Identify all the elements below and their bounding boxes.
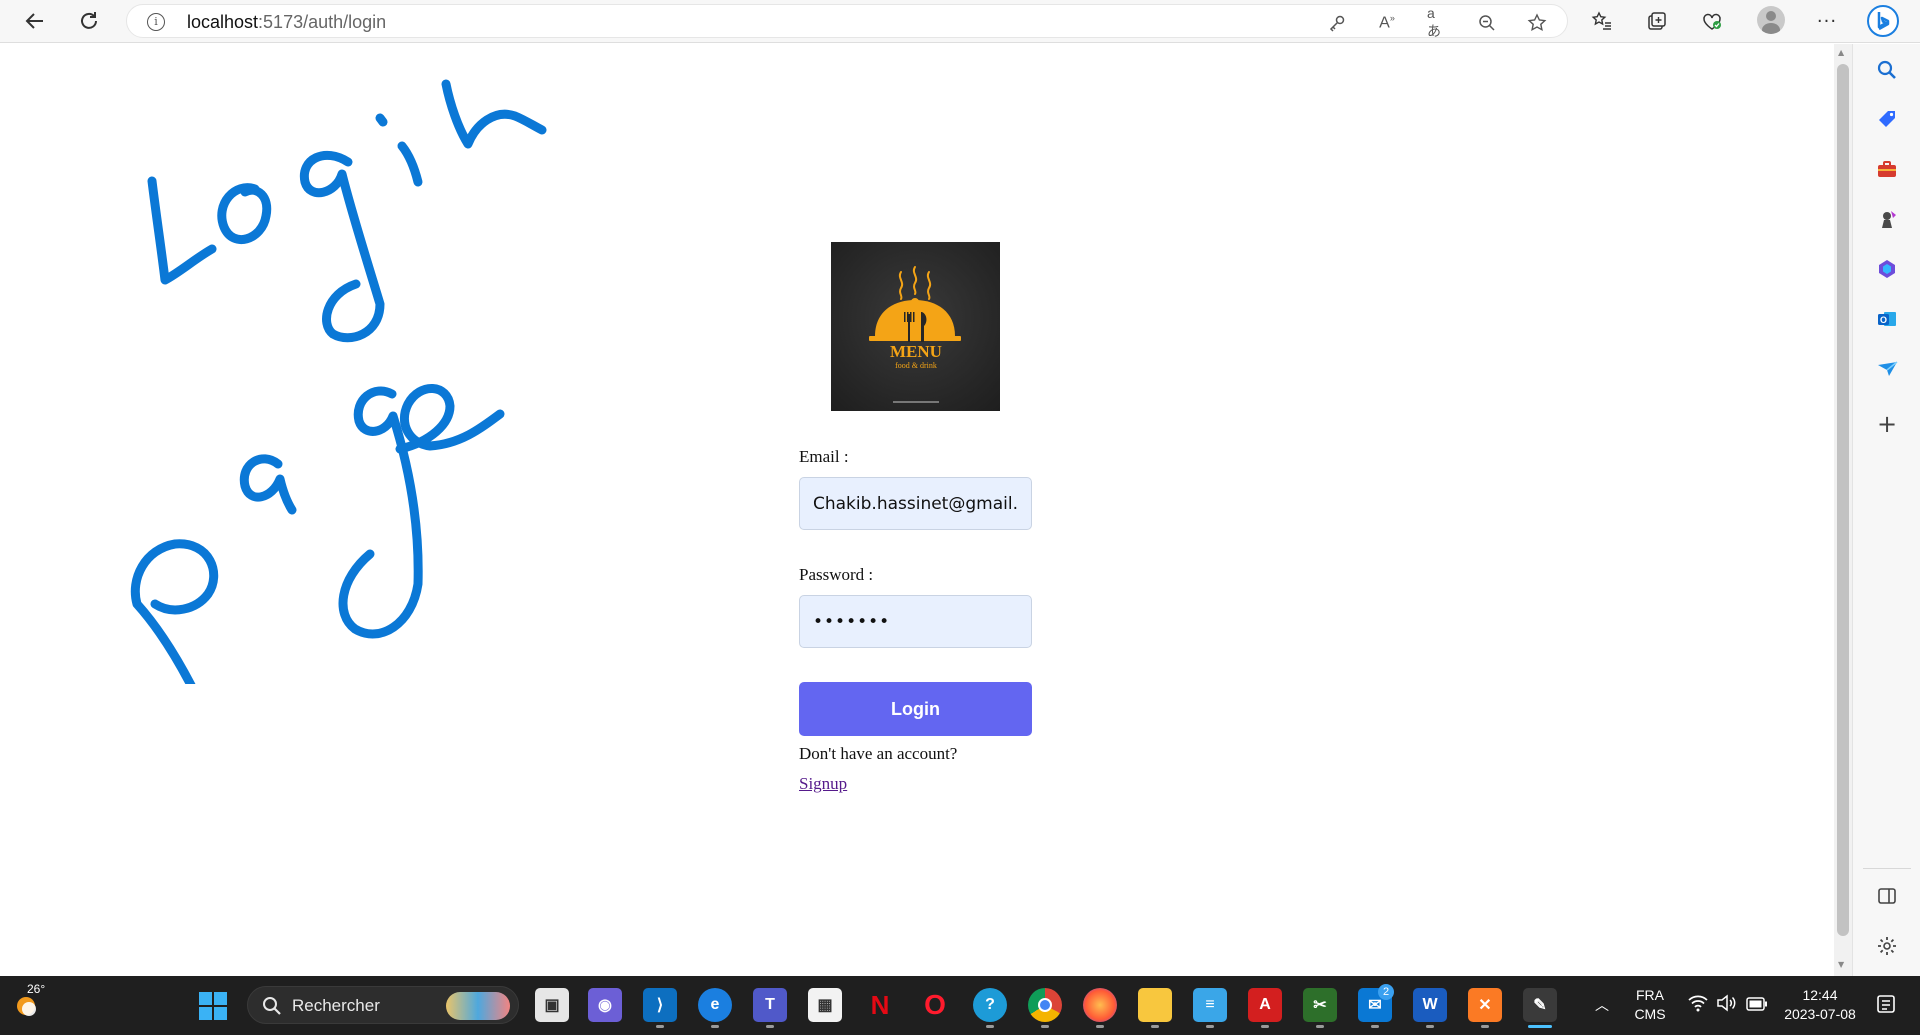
clock[interactable]: 12:44 2023-07-08 — [1780, 986, 1860, 1024]
search-icon — [263, 997, 281, 1015]
password-label: Password : — [799, 565, 874, 584]
tray-chevron-icon[interactable]: ︿ — [1585, 988, 1619, 1022]
svg-text:O: O — [1880, 315, 1887, 325]
vscode-icon[interactable]: ⟩ — [643, 988, 677, 1022]
windows-taskbar: 26° Rechercher ▣ ◉ ⟩ e T ▦ N O ? ≡ A ✂ ✉… — [0, 976, 1920, 1035]
netflix-icon[interactable]: N — [863, 988, 897, 1022]
scrollbar-thumb[interactable] — [1837, 64, 1849, 936]
notepad-icon[interactable]: ≡ — [1193, 988, 1227, 1022]
task-view-icon[interactable]: ▣ — [535, 988, 569, 1022]
address-bar[interactable]: i localhost:5173/auth/login A» aあ — [126, 4, 1568, 39]
menu-logo: MENU food & drink — [831, 242, 1000, 411]
chat-icon[interactable]: ◉ — [588, 988, 622, 1022]
microsoft-365-icon[interactable] — [1875, 257, 1899, 281]
firefox-icon[interactable] — [1083, 988, 1117, 1022]
email-label: Email : — [799, 447, 849, 466]
address-url[interactable]: localhost:5173/auth/login — [187, 12, 386, 33]
translate-icon[interactable]: aあ — [1427, 5, 1447, 39]
battery-icon[interactable] — [1746, 996, 1768, 1015]
profile-avatar[interactable] — [1757, 6, 1785, 34]
send-icon[interactable] — [1875, 357, 1899, 381]
refresh-icon[interactable] — [72, 4, 106, 38]
favorite-star-icon[interactable] — [1527, 13, 1547, 33]
password-field[interactable] — [799, 595, 1032, 648]
sidebar-divider — [1863, 868, 1911, 869]
xampp-icon[interactable]: ✕ — [1468, 988, 1502, 1022]
volume-icon[interactable] — [1716, 994, 1738, 1016]
logo-subtitle: food & drink — [895, 361, 937, 370]
handwritten-annotation — [130, 79, 547, 684]
taskbar-search[interactable]: Rechercher — [247, 986, 519, 1024]
word-icon[interactable]: W — [1413, 988, 1447, 1022]
acrobat-icon[interactable]: A — [1248, 988, 1282, 1022]
zoom-out-icon[interactable] — [1477, 13, 1497, 33]
chrome-icon[interactable] — [1028, 988, 1062, 1022]
clock-time: 12:44 — [1802, 987, 1838, 1003]
search-highlight-icon — [446, 992, 510, 1020]
email-field[interactable] — [799, 477, 1032, 530]
mail-badge: 2 — [1378, 984, 1394, 1000]
games-icon[interactable] — [1875, 207, 1899, 231]
bing-chat-icon[interactable] — [1866, 4, 1900, 38]
help-icon[interactable]: ? — [973, 988, 1007, 1022]
snipping-tool-icon[interactable]: ✂ — [1303, 988, 1337, 1022]
key-icon[interactable] — [1327, 13, 1347, 33]
search-icon[interactable] — [1875, 58, 1899, 82]
hide-sidebar-icon[interactable] — [1875, 884, 1899, 908]
snip-sketch-icon[interactable]: ✎ — [1523, 988, 1557, 1022]
notifications-icon[interactable] — [1876, 994, 1896, 1020]
site-info-icon[interactable]: i — [147, 13, 165, 31]
add-icon[interactable]: + — [1875, 410, 1899, 438]
browser-toolbar: i localhost:5173/auth/login A» aあ ··· — [0, 0, 1920, 43]
clock-date: 2023-07-08 — [1784, 1006, 1856, 1022]
favorites-icon[interactable] — [1585, 4, 1619, 38]
back-arrow-icon[interactable] — [18, 4, 52, 38]
edge-icon[interactable]: e — [698, 988, 732, 1022]
no-account-text: Don't have an account? — [799, 744, 958, 763]
weather-temperature: 26° — [27, 982, 46, 996]
windows-start-icon[interactable] — [198, 991, 228, 1025]
more-options-icon[interactable]: ··· — [1810, 4, 1844, 38]
active-app-indicator — [1528, 1025, 1552, 1028]
collections-icon[interactable] — [1640, 4, 1674, 38]
taskbar-search-label: Rechercher — [292, 996, 380, 1015]
teams-icon[interactable]: T — [753, 988, 787, 1022]
edge-sidebar: O + — [1852, 44, 1920, 976]
scroll-down-arrow-icon[interactable]: ▼ — [1838, 960, 1844, 969]
tools-icon[interactable] — [1875, 157, 1899, 181]
file-explorer-icon[interactable] — [1138, 988, 1172, 1022]
scroll-up-arrow-icon[interactable]: ▲ — [1838, 48, 1844, 57]
read-aloud-icon[interactable]: A» — [1377, 13, 1397, 33]
login-button[interactable]: Login — [799, 682, 1032, 736]
wifi-icon[interactable] — [1688, 994, 1708, 1016]
logo-title: MENU — [890, 342, 942, 361]
shopping-tag-icon[interactable] — [1875, 107, 1899, 131]
signup-link[interactable]: Signup — [799, 774, 847, 794]
microsoft-store-icon[interactable]: ▦ — [808, 988, 842, 1022]
outlook-icon[interactable]: O — [1875, 307, 1899, 331]
page-scrollbar[interactable]: ▲ ▼ — [1834, 44, 1852, 976]
browser-essentials-icon[interactable] — [1695, 4, 1729, 38]
language-indicator[interactable]: FRA CMS — [1630, 986, 1670, 1024]
opera-icon[interactable]: O — [918, 988, 952, 1022]
settings-gear-icon[interactable] — [1875, 934, 1899, 958]
